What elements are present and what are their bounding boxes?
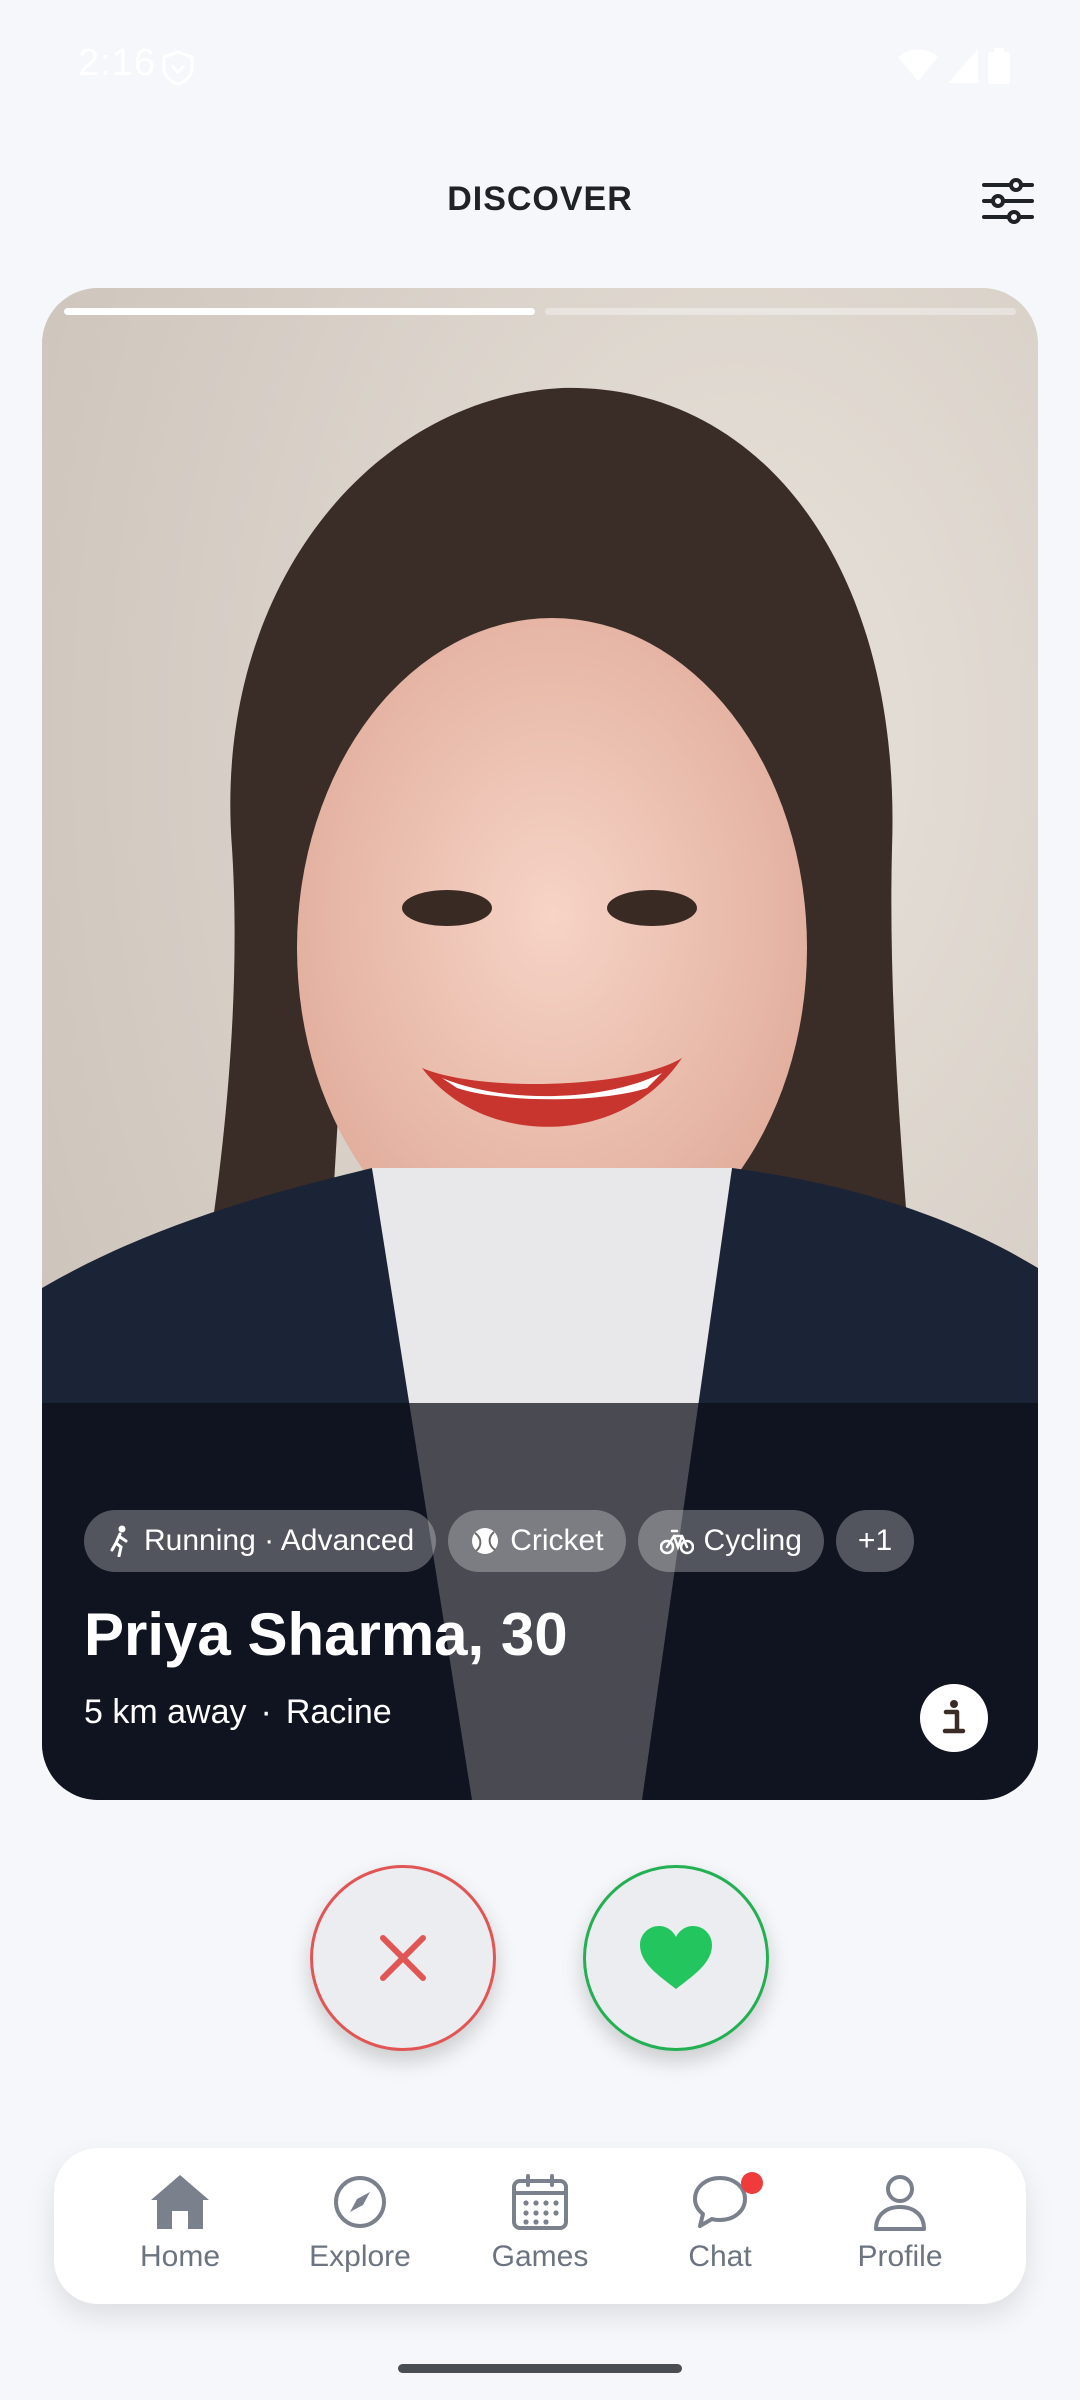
page-title: DISCOVER [447, 180, 633, 218]
shield-icon [162, 50, 194, 86]
tag-cricket[interactable]: Cricket [448, 1510, 626, 1572]
chat-badge [741, 2172, 763, 2194]
nav-profile[interactable]: Profile [820, 2168, 980, 2288]
signal-icon [948, 49, 978, 83]
tag-label: Running · Advanced [144, 1524, 415, 1557]
tag-label: +1 [857, 1524, 893, 1557]
nav-label: Chat [688, 2240, 752, 2273]
profile-meta: 5 km away · Racine [84, 1693, 392, 1732]
nav-label: Profile [857, 2240, 943, 2273]
home-indicator[interactable] [398, 2364, 682, 2373]
sliders-icon [982, 178, 1034, 224]
status-time: 2:16 [78, 42, 156, 84]
home-icon [151, 2175, 209, 2229]
nav-label: Explore [309, 2240, 411, 2273]
tag-label: Cycling [703, 1524, 802, 1557]
nav-games[interactable]: Games [460, 2168, 620, 2288]
heart-icon [640, 1926, 712, 1989]
tag-running[interactable]: Running · Advanced [84, 1510, 437, 1572]
nav-label: Home [139, 2240, 221, 2273]
location-text: Racine [285, 1693, 392, 1731]
compass-icon [334, 2176, 386, 2228]
photo-progress [64, 308, 1016, 316]
status-icons [898, 48, 1010, 84]
profile-card[interactable]: Running · Advanced Cricket Cycling +1 Pr… [42, 288, 1038, 1800]
tag-label: Cricket [510, 1524, 604, 1557]
tag-more[interactable]: +1 [835, 1510, 915, 1572]
meta-separator: · [260, 1693, 272, 1731]
info-button[interactable] [920, 1684, 988, 1752]
running-icon [110, 1525, 128, 1557]
nav-label: Games [491, 2240, 589, 2273]
tag-cycling[interactable]: Cycling [637, 1510, 824, 1572]
like-button[interactable] [583, 1865, 769, 2051]
wifi-icon [898, 49, 938, 81]
filter-button[interactable] [980, 176, 1036, 226]
progress-segment [64, 308, 535, 315]
distance-text: 5 km away [84, 1693, 247, 1731]
ball-icon [472, 1528, 499, 1554]
profile-name-age: Priya Sharma, 30 [84, 1601, 568, 1668]
bicycle-icon [659, 1529, 694, 1555]
nav-home[interactable]: Home [100, 2168, 260, 2288]
info-icon [942, 1700, 966, 1734]
calendar-icon [512, 2174, 568, 2230]
sport-tags: Running · Advanced Cricket Cycling +1 [84, 1510, 915, 1572]
status-bar: 2:16 [0, 0, 1080, 130]
nav-chat[interactable]: Chat [640, 2168, 800, 2288]
bottom-nav: Home Explore Games Chat Profile [54, 2148, 1026, 2304]
battery-icon [988, 48, 1010, 84]
progress-segment [545, 308, 1016, 315]
pass-button[interactable] [310, 1865, 496, 2051]
person-icon [874, 2175, 926, 2231]
close-icon [380, 1935, 426, 1981]
nav-explore[interactable]: Explore [280, 2168, 440, 2288]
